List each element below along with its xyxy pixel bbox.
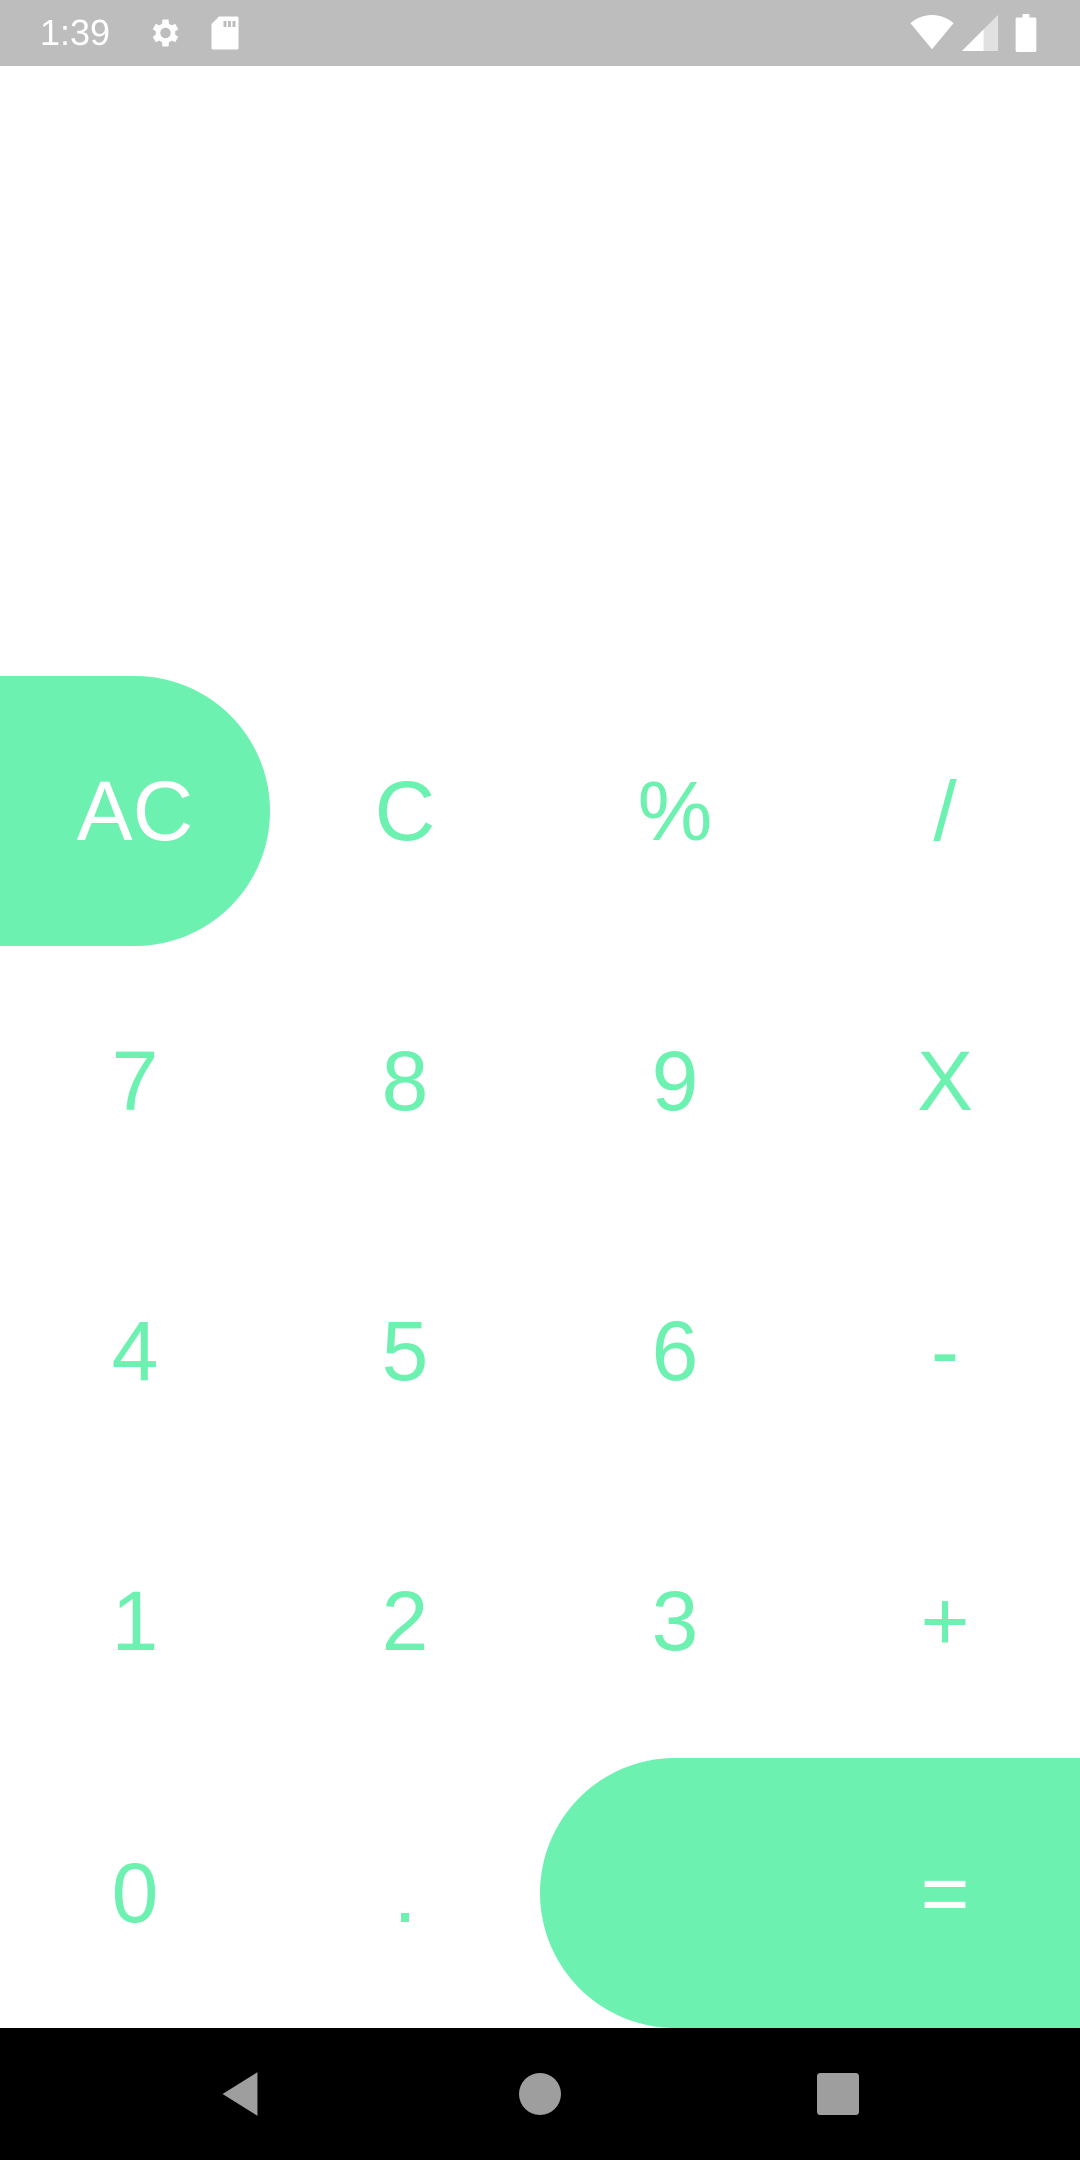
- digit-0-button[interactable]: 0: [0, 1758, 270, 2028]
- digit-5-button[interactable]: 5: [270, 1216, 540, 1486]
- calculator-display: [0, 66, 1080, 676]
- digit-4-button[interactable]: 4: [0, 1216, 270, 1486]
- sd-card-icon: [210, 0, 240, 66]
- decimal-button[interactable]: .: [270, 1758, 540, 2028]
- digit-6-button[interactable]: 6: [540, 1216, 810, 1486]
- multiply-button[interactable]: X: [810, 946, 1080, 1216]
- add-button[interactable]: +: [810, 1486, 1080, 1756]
- all-clear-button[interactable]: AC: [0, 676, 270, 946]
- percent-button[interactable]: %: [540, 676, 810, 946]
- keypad: AC C % / 7 8 9 X 4 5 6 - 1 2 3 + 0 . =: [0, 676, 1080, 2028]
- recents-icon[interactable]: [778, 2028, 898, 2160]
- digit-7-button[interactable]: 7: [0, 946, 270, 1216]
- home-icon[interactable]: [480, 2028, 600, 2160]
- subtract-button[interactable]: -: [810, 1216, 1080, 1486]
- digit-2-button[interactable]: 2: [270, 1486, 540, 1756]
- digit-3-button[interactable]: 3: [540, 1486, 810, 1756]
- navigation-bar: [0, 2028, 1080, 2160]
- digit-9-button[interactable]: 9: [540, 946, 810, 1216]
- clear-button[interactable]: C: [270, 676, 540, 946]
- back-icon[interactable]: [180, 2028, 300, 2160]
- equals-label: =: [920, 1845, 970, 1940]
- battery-icon: [1015, 0, 1037, 66]
- gear-icon: [146, 0, 182, 66]
- signal-icon: [962, 0, 998, 66]
- wifi-icon: [910, 0, 954, 66]
- status-bar: 1:39: [0, 0, 1080, 66]
- digit-1-button[interactable]: 1: [0, 1486, 270, 1756]
- divide-button[interactable]: /: [810, 676, 1080, 946]
- equals-button[interactable]: =: [540, 1758, 1080, 2028]
- digit-8-button[interactable]: 8: [270, 946, 540, 1216]
- status-time: 1:39: [40, 12, 111, 53]
